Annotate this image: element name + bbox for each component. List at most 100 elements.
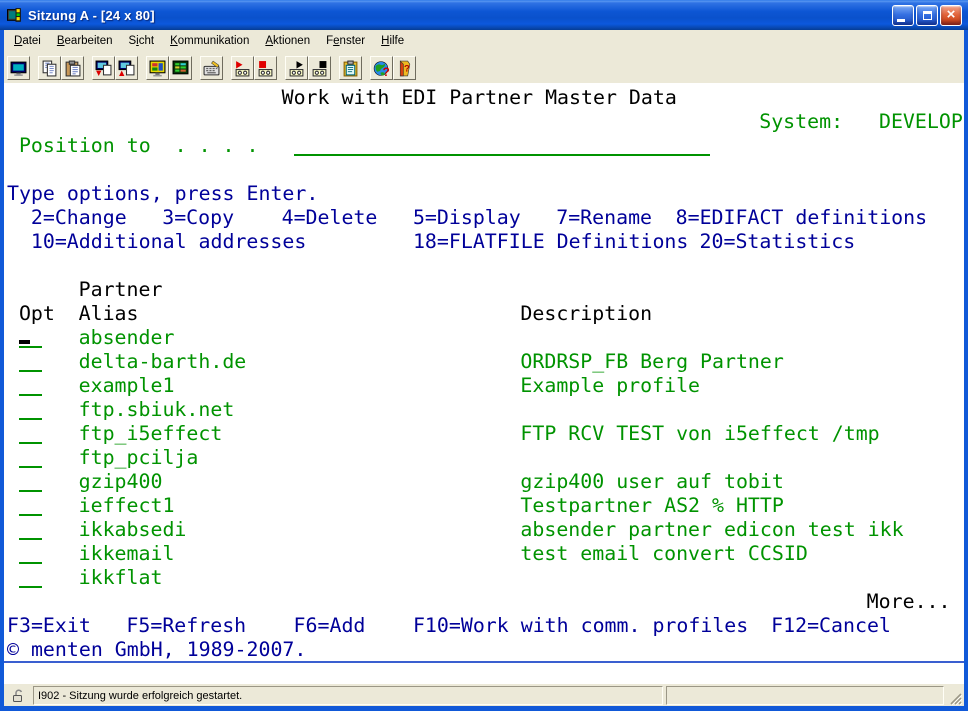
function-key-f6: F6=Add [294, 614, 366, 638]
text-cursor [19, 340, 30, 344]
column-header-description: Description [520, 302, 652, 326]
function-key-f3: F3=Exit [7, 614, 91, 638]
system-name: System: DEVELOP [759, 110, 963, 134]
status-bar: I902 - Sitzung wurde erfolgreich gestart… [4, 684, 964, 706]
receive-file-icon[interactable] [115, 56, 138, 80]
opt-input[interactable] [19, 374, 42, 396]
resize-grip[interactable] [947, 686, 962, 705]
partner-description: ORDRSP_FB Berg Partner [520, 350, 783, 374]
opt-input[interactable] [19, 494, 42, 516]
function-key-f5: F5=Refresh [126, 614, 246, 638]
column-header-opt: Opt [19, 302, 55, 326]
close-icon: × [947, 7, 956, 22]
more-indicator: More... [867, 590, 951, 614]
close-button[interactable]: × [940, 5, 962, 26]
menu-item-aktionen[interactable]: Aktionen [257, 32, 318, 50]
window-titlebar[interactable]: Sitzung A - [24 x 80] × [0, 0, 968, 30]
partner-description: gzip400 user auf tobit [520, 470, 783, 494]
partner-alias: example1 [79, 374, 175, 398]
stop-recording-icon[interactable] [254, 56, 277, 80]
opt-input[interactable] [19, 470, 42, 492]
option-20: 20=Statistics [700, 230, 856, 254]
application-window: Sitzung A - [24 x 80] × DateiBearbeitenS… [0, 0, 968, 711]
minimize-icon [897, 19, 905, 22]
option-7: 7=Rename [556, 206, 652, 230]
opt-input[interactable] [19, 566, 42, 588]
clipboard-icon[interactable] [339, 56, 362, 80]
menu-bar: DateiBearbeitenSichtKommunikationAktione… [4, 30, 964, 53]
option-10: 10=Additional addresses [31, 230, 306, 254]
opt-input[interactable] [19, 422, 42, 444]
partner-alias: ieffect1 [79, 494, 175, 518]
partner-description: Example profile [520, 374, 700, 398]
partner-description: absender partner edicon test ikk [520, 518, 903, 542]
column-header-alias: Alias [79, 302, 139, 326]
window-controls: × [892, 5, 968, 26]
position-to-label: Position to . . . . [19, 134, 259, 158]
unlocked-padlock-icon [11, 688, 26, 703]
menu-item-sicht[interactable]: Sicht [121, 32, 163, 50]
maximize-button[interactable] [916, 5, 938, 26]
option-4: 4=Delete [282, 206, 378, 230]
partner-alias: ikkemail [79, 542, 175, 566]
option-2: 2=Change [31, 206, 127, 230]
session-icon[interactable] [7, 7, 24, 24]
opt-input[interactable] [19, 350, 42, 372]
function-key-f12: F12=Cancel [771, 614, 891, 638]
display-setup-icon[interactable] [146, 56, 169, 80]
opt-input[interactable] [19, 518, 42, 540]
menu-item-datei[interactable]: Datei [6, 32, 49, 50]
keyboard-remap-icon[interactable] [200, 56, 223, 80]
function-key-f10: F10=Work with comm. profiles [413, 614, 748, 638]
instructions: Type options, press Enter. [7, 182, 318, 206]
option-8: 8=EDIFACT definitions [676, 206, 927, 230]
partner-alias: absender [79, 326, 175, 350]
record-macro-icon[interactable] [231, 56, 254, 80]
svg-text:?: ? [404, 63, 410, 74]
option-18: 18=FLATFILE Definitions [413, 230, 688, 254]
opt-input[interactable] [19, 326, 42, 348]
resize-grip-icon [949, 692, 962, 705]
column-header-partner: Partner [79, 278, 163, 302]
menu-item-kommunikation[interactable]: Kommunikation [162, 32, 257, 50]
partner-alias: ikkflat [79, 566, 163, 590]
opt-input[interactable] [19, 398, 42, 420]
menu-item-fenster[interactable]: Fenster [318, 32, 373, 50]
toolbar: ?? [4, 53, 964, 83]
terminal-screen[interactable]: Work with EDI Partner Master Data System:… [4, 83, 964, 684]
svg-text:?: ? [383, 65, 390, 76]
menu-item-hilfe[interactable]: Hilfe [373, 32, 412, 50]
connection-status-cell [6, 686, 30, 705]
partner-alias: ikkabsedi [79, 518, 187, 542]
partner-alias: ftp_i5effect [79, 422, 223, 446]
copyright: © menten GmbH, 1989-2007. [7, 638, 306, 662]
position-to-input[interactable] [294, 134, 711, 156]
window-title: Sitzung A - [24 x 80] [28, 8, 155, 23]
partner-description: Testpartner AS2 % HTTP [520, 494, 783, 518]
color-mapping-icon[interactable] [169, 56, 192, 80]
partner-alias: gzip400 [79, 470, 163, 494]
paste-icon[interactable] [61, 56, 84, 80]
opt-input[interactable] [19, 542, 42, 564]
partner-alias: ftp.sbiuk.net [79, 398, 235, 422]
option-3: 3=Copy [162, 206, 234, 230]
window-client-area: DateiBearbeitenSichtKommunikationAktione… [4, 30, 964, 706]
maximize-icon [923, 11, 932, 20]
opt-input[interactable] [19, 446, 42, 468]
option-5: 5=Display [413, 206, 521, 230]
web-support-icon[interactable]: ? [370, 56, 393, 80]
screen-title: Work with EDI Partner Master Data [282, 86, 677, 110]
help-icon[interactable]: ? [393, 56, 416, 80]
partner-alias: delta-barth.de [79, 350, 247, 374]
partner-description: test email convert CCSID [520, 542, 807, 566]
minimize-button[interactable] [892, 5, 914, 26]
status-message-panel: I902 - Sitzung wurde erfolgreich gestart… [33, 686, 663, 705]
status-message: I902 - Sitzung wurde erfolgreich gestart… [38, 690, 242, 702]
copy-icon[interactable] [38, 56, 61, 80]
new-session-icon[interactable] [7, 56, 30, 80]
partner-alias: ftp_pcilja [79, 446, 199, 470]
menu-item-bearbeiten[interactable]: Bearbeiten [49, 32, 121, 50]
stop-macro-icon[interactable] [308, 56, 331, 80]
play-macro-icon[interactable] [285, 56, 308, 80]
send-file-icon[interactable] [92, 56, 115, 80]
